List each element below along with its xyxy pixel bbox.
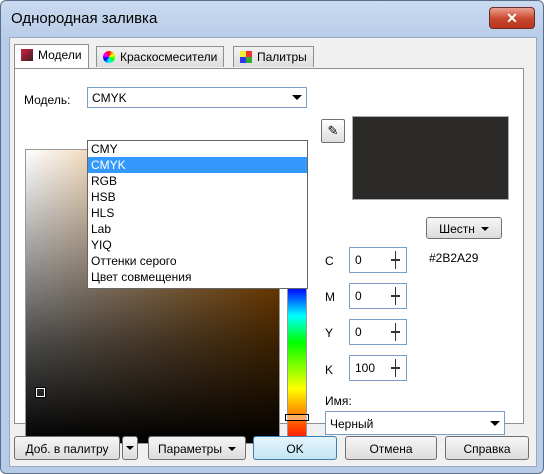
model-option[interactable]: YIQ [88, 237, 307, 253]
chevron-down-icon [490, 421, 500, 426]
spinner-icon[interactable] [391, 323, 400, 341]
model-option[interactable]: Оттенки серого [88, 253, 307, 269]
model-select-value: CMYK [92, 91, 127, 105]
name-select[interactable]: Черный [325, 411, 505, 435]
name-label: Имя: [325, 394, 352, 408]
tab-models[interactable]: Модели [14, 44, 89, 68]
model-option[interactable]: CMY [88, 141, 307, 157]
model-option[interactable]: HSB [88, 189, 307, 205]
dialog-title: Однородная заливка [11, 10, 158, 27]
options-button[interactable]: Параметры [148, 436, 246, 460]
model-select[interactable]: CMYK [87, 87, 307, 108]
models-icon [21, 49, 33, 61]
color-field-marker[interactable] [35, 387, 46, 398]
format-button-label: Шестн [439, 222, 475, 236]
channel-m-label: M [325, 290, 335, 304]
hue-slider-handle[interactable] [285, 414, 309, 421]
spinner-icon[interactable] [391, 251, 400, 269]
model-label: Модель: [24, 93, 71, 107]
channel-m-spinner[interactable]: 0 [349, 283, 407, 309]
chevron-down-icon [292, 95, 302, 100]
title-bar: Однородная заливка ✕ [1, 1, 543, 37]
channel-c-value[interactable]: 0 [355, 253, 362, 267]
dialog-window: Однородная заливка ✕ Модели Краскосмесит… [0, 0, 544, 474]
tab-palettes-label: Палитры [257, 50, 307, 64]
channel-y-value[interactable]: 0 [355, 325, 362, 339]
tab-models-label: Модели [38, 48, 82, 62]
spinner-icon[interactable] [391, 359, 400, 377]
add-to-palette-button[interactable]: Доб. в палитру [14, 436, 120, 460]
close-button[interactable]: ✕ [489, 7, 535, 29]
chevron-down-icon [227, 447, 236, 451]
channel-y-label: Y [325, 326, 334, 340]
color-preview [352, 116, 509, 200]
help-button[interactable]: Справка [445, 436, 529, 460]
color-wheel-icon [103, 51, 115, 63]
model-dropdown-list: CMY CMYK RGB HSB HLS Lab YIQ Оттенки сер… [87, 140, 308, 289]
channel-y-spinner[interactable]: 0 [349, 319, 407, 345]
cancel-button[interactable]: Отмена [345, 436, 437, 460]
channel-k-value[interactable]: 100 [355, 361, 375, 375]
channel-c-label: C [325, 254, 334, 268]
model-option[interactable]: RGB [88, 173, 307, 189]
format-button[interactable]: Шестн [426, 217, 502, 239]
ok-button[interactable]: OK [253, 436, 337, 460]
chevron-down-icon [126, 446, 134, 450]
channel-m-value[interactable]: 0 [355, 289, 362, 303]
eyedropper-icon: ✎ [327, 123, 339, 138]
model-option[interactable]: Lab [88, 221, 307, 237]
tab-palettes[interactable]: Палитры [233, 46, 314, 67]
channel-k-spinner[interactable]: 100 [349, 355, 407, 381]
add-to-palette-menu-button[interactable] [122, 436, 138, 460]
channel-k-label: K [325, 363, 334, 377]
hex-value: #2B2A29 [429, 251, 479, 265]
dialog-client: Модели Краскосмесители Палитры Модель: C… [9, 37, 537, 467]
options-button-label: Параметры [158, 442, 222, 456]
name-select-value: Черный [330, 417, 374, 431]
model-option[interactable]: HLS [88, 205, 307, 221]
spinner-icon[interactable] [391, 287, 400, 305]
channel-c-spinner[interactable]: 0 [349, 247, 407, 273]
tab-mixers[interactable]: Краскосмесители [96, 46, 225, 67]
model-option-selected[interactable]: CMYK [88, 157, 307, 173]
eyedropper-button[interactable]: ✎ [321, 119, 345, 143]
chevron-down-icon [480, 227, 489, 231]
tab-mixers-label: Краскосмесители [120, 50, 218, 64]
palette-grid-icon [240, 51, 252, 63]
model-option[interactable]: Цвет совмещения [88, 269, 307, 285]
models-panel: Модель: CMYK CMY CMYK RGB HSB HLS Lab YI… [14, 68, 524, 444]
